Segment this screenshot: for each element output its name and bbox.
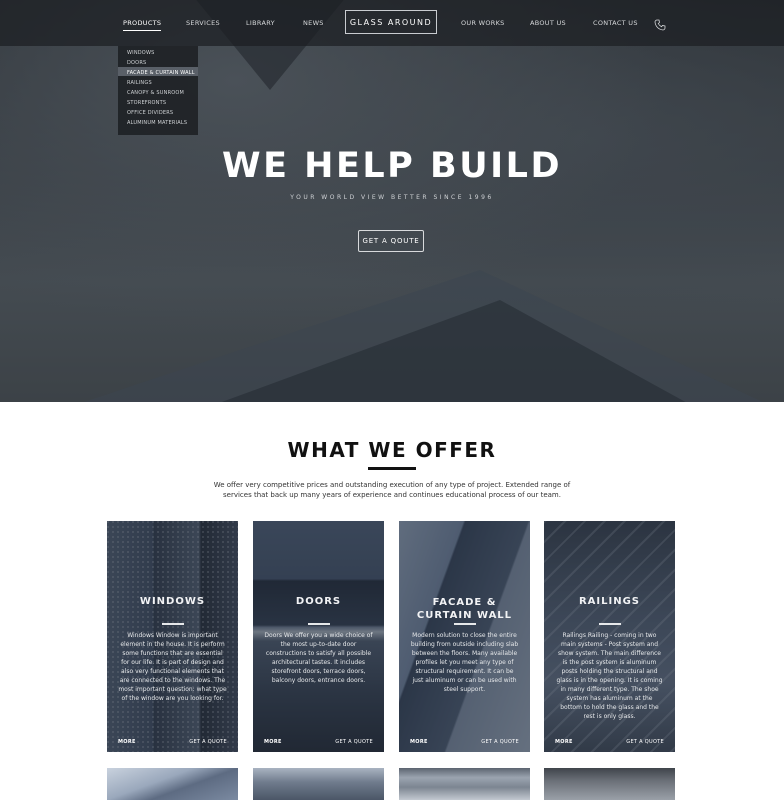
- dropdown-item-railings[interactable]: RAILINGS: [127, 80, 152, 86]
- offer-title-underline: [368, 467, 416, 470]
- card-facade[interactable]: FACADE & CURTAIN WALL Modern solution to…: [399, 521, 530, 752]
- nav-about-us[interactable]: ABOUT US: [530, 19, 566, 27]
- dropdown-item-office-dividers[interactable]: OFFICE DIVIDERS: [127, 110, 173, 116]
- card-title-line-2: CURTAIN WALL: [416, 610, 513, 621]
- hero-building-facade: [200, 300, 700, 402]
- hero-subtitle: YOUR WORLD VIEW BETTER SINCE 1996: [290, 194, 494, 201]
- card-divider: [162, 623, 184, 625]
- card-doors[interactable]: DOORS Doors We offer you a wide choice o…: [253, 521, 384, 752]
- card-quote-link[interactable]: GET A QUOTE: [335, 739, 373, 745]
- card-more-link[interactable]: MORE: [264, 739, 282, 745]
- card-windows[interactable]: WINDOWS Windows Window is important elem…: [107, 521, 238, 752]
- card-title-line-1: FACADE &: [432, 597, 497, 608]
- top-navbar: PRODUCTS SERVICES LIBRARY NEWS GLASS ARO…: [0, 0, 784, 46]
- offer-title: WHAT WE OFFER: [287, 438, 497, 462]
- nav-services[interactable]: SERVICES: [186, 19, 220, 27]
- card-divider: [454, 623, 476, 625]
- card-text: Windows Window is important element in t…: [118, 632, 227, 702]
- offer-description: We offer very competitive prices and out…: [213, 481, 571, 499]
- card-quote-link[interactable]: GET A QUOTE: [481, 739, 519, 745]
- nav-news[interactable]: NEWS: [303, 19, 324, 27]
- get-quote-button[interactable]: GET A QOUTE: [358, 230, 424, 252]
- card-thumbnail[interactable]: [253, 768, 384, 800]
- nav-contact-us[interactable]: CONTACT US: [593, 19, 638, 27]
- nav-library[interactable]: LIBRARY: [246, 19, 275, 27]
- nav-our-works[interactable]: OUR WORKS: [461, 19, 505, 27]
- card-quote-link[interactable]: GET A QUOTE: [626, 739, 664, 745]
- dropdown-item-windows[interactable]: WINDOWS: [127, 50, 154, 56]
- dropdown-item-aluminum[interactable]: ALUMINUM MATERIALS: [127, 120, 187, 126]
- phone-icon[interactable]: [654, 16, 666, 31]
- card-divider: [308, 623, 330, 625]
- dropdown-item-facade[interactable]: FACADE & CURTAIN WALL: [127, 70, 195, 76]
- hero-section: PRODUCTS SERVICES LIBRARY NEWS GLASS ARO…: [0, 0, 784, 402]
- card-thumbnail[interactable]: [107, 768, 238, 800]
- nav-products[interactable]: PRODUCTS: [123, 19, 162, 31]
- card-text: Doors We offer you a wide choice of the …: [264, 632, 373, 684]
- hero-title: WE HELP BUILD: [221, 146, 562, 186]
- card-title: FACADE & CURTAIN WALL: [399, 596, 530, 622]
- card-quote-link[interactable]: GET A QUOTE: [189, 739, 227, 745]
- products-dropdown: WINDOWS DOORS FACADE & CURTAIN WALL RAIL…: [118, 46, 198, 135]
- dropdown-item-canopy[interactable]: CANOPY & SUNROOM: [127, 90, 184, 96]
- card-title: RAILINGS: [578, 596, 641, 607]
- card-thumbnail[interactable]: [544, 768, 675, 800]
- card-text: Modern solution to close the entire buil…: [410, 632, 519, 693]
- site-logo[interactable]: GLASS AROUND: [345, 10, 437, 34]
- card-more-link[interactable]: MORE: [118, 739, 136, 745]
- card-railings[interactable]: RAILINGS Railings Railing - coming in tw…: [544, 521, 675, 752]
- dropdown-item-storefronts[interactable]: STOREFRONTS: [127, 100, 166, 106]
- card-more-link[interactable]: MORE: [410, 739, 428, 745]
- card-text: Railings Railing - coming in two main sy…: [556, 632, 663, 720]
- card-thumbnail[interactable]: [399, 768, 530, 800]
- card-title: WINDOWS: [139, 596, 206, 607]
- card-title: DOORS: [295, 596, 342, 607]
- card-divider: [599, 623, 621, 625]
- dropdown-item-doors[interactable]: DOORS: [127, 60, 146, 66]
- card-more-link[interactable]: MORE: [555, 739, 573, 745]
